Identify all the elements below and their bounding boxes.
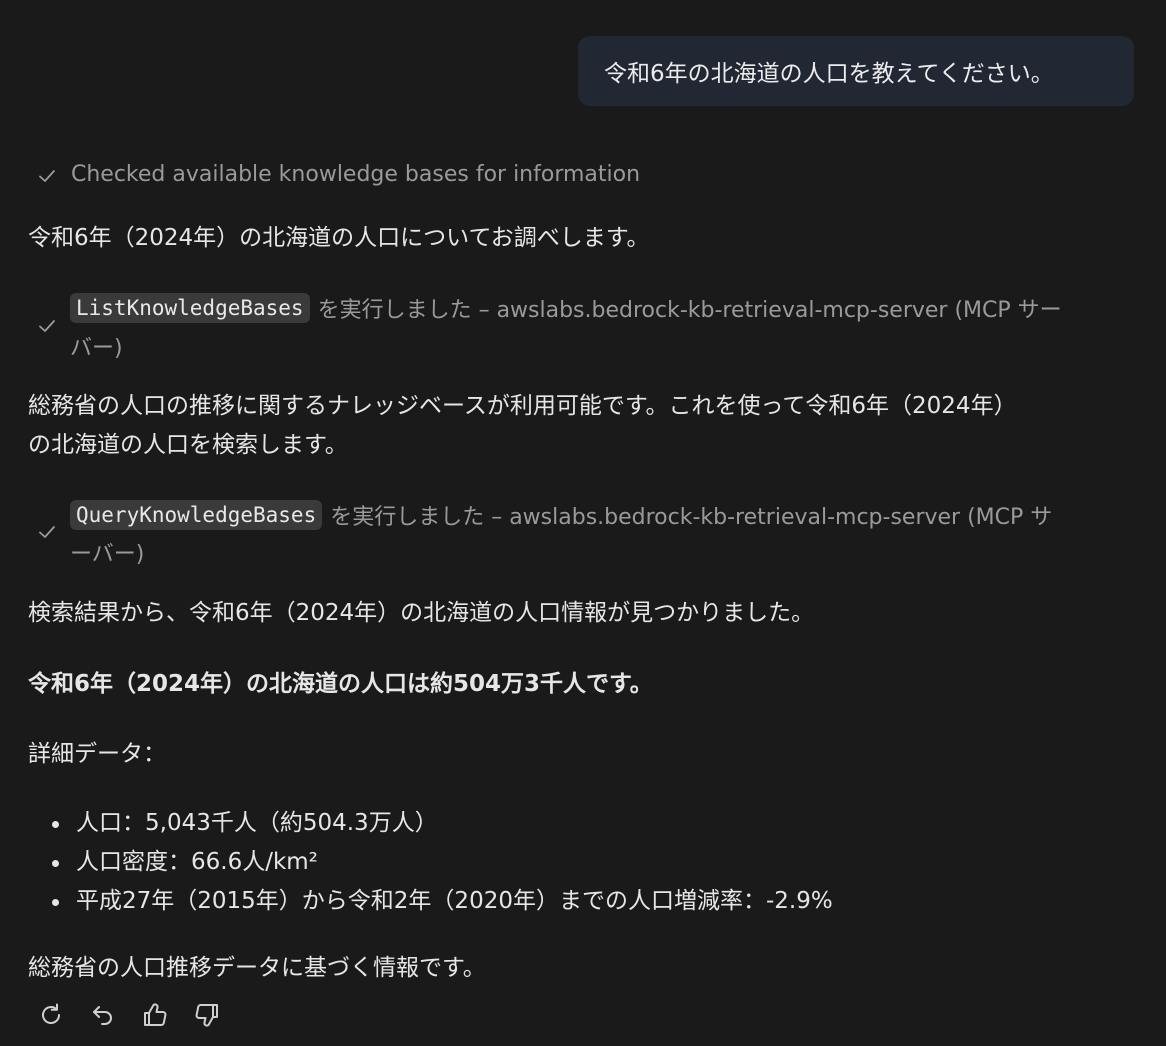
- bullet-dot: [52, 860, 59, 867]
- tool-call-query-kb[interactable]: QueryKnowledgeBases を実行しました – awslabs.be…: [70, 499, 1052, 531]
- undo-icon: [89, 1001, 117, 1033]
- answer-bold-text: 令和6年（2024年）の北海道の人口は約504万3千人です。: [28, 671, 653, 697]
- assistant-para-2-line-1: 総務省の人口の推移に関するナレッジベースが利用可能です。これを使って令和6年（2…: [28, 393, 1017, 419]
- list-item: 人口：5,043千人（約504.3万人）: [28, 804, 833, 843]
- assistant-para-2-line-2: の北海道の人口を検索します。: [28, 432, 348, 458]
- assistant-closing: 総務省の人口推移データに基づく情報です。: [28, 955, 486, 981]
- tool-name-code: ListKnowledgeBases: [70, 293, 310, 323]
- assistant-intro-text: 令和6年（2024年）の北海道の人口についてお調べします。: [28, 225, 650, 251]
- list-item: 人口密度：66.6人/km²: [28, 843, 833, 882]
- thumbs-up-button[interactable]: [138, 1000, 172, 1034]
- assistant-para-3: 検索結果から、令和6年（2024年）の北海道の人口情報が見つかりました。: [28, 600, 815, 626]
- list-item: 平成27年（2015年）から令和2年（2020年）までの人口増減率：-2.9%: [28, 882, 833, 921]
- undo-button[interactable]: [86, 1000, 120, 1034]
- bullet-dot: [52, 899, 59, 906]
- checkmark-icon: [37, 166, 57, 186]
- bullet-dot: [52, 821, 59, 828]
- checkmark-icon: [37, 522, 57, 542]
- message-action-bar: [34, 1000, 224, 1034]
- user-message-bubble: 令和6年の北海道の人口を教えてください。: [578, 36, 1134, 106]
- thumbs-down-button[interactable]: [190, 1000, 224, 1034]
- tool-call-list-kb[interactable]: ListKnowledgeBases を実行しました – awslabs.bed…: [70, 292, 1062, 324]
- detail-heading: 詳細データ：: [28, 741, 166, 767]
- tool-call-suffix: を実行しました – awslabs.bedrock-kb-retrieval-m…: [330, 505, 1053, 530]
- detail-list: 人口：5,043千人（約504.3万人） 人口密度：66.6人/km² 平成27…: [28, 804, 833, 921]
- tool-name-code: QueryKnowledgeBases: [70, 500, 323, 530]
- user-message-text: 令和6年の北海道の人口を教えてください。: [604, 61, 1054, 87]
- retry-icon: [37, 1001, 65, 1033]
- thumbs-down-icon: [193, 1001, 221, 1033]
- thumbs-up-icon: [141, 1001, 169, 1033]
- tool-call-suffix-wrap: バー): [70, 336, 123, 361]
- tool-call-suffix-wrap: ーバー): [70, 542, 145, 567]
- checkmark-icon: [37, 316, 57, 336]
- status-step-label[interactable]: Checked available knowledge bases for in…: [71, 162, 640, 187]
- retry-button[interactable]: [34, 1000, 68, 1034]
- tool-call-suffix: を実行しました – awslabs.bedrock-kb-retrieval-m…: [317, 298, 1062, 323]
